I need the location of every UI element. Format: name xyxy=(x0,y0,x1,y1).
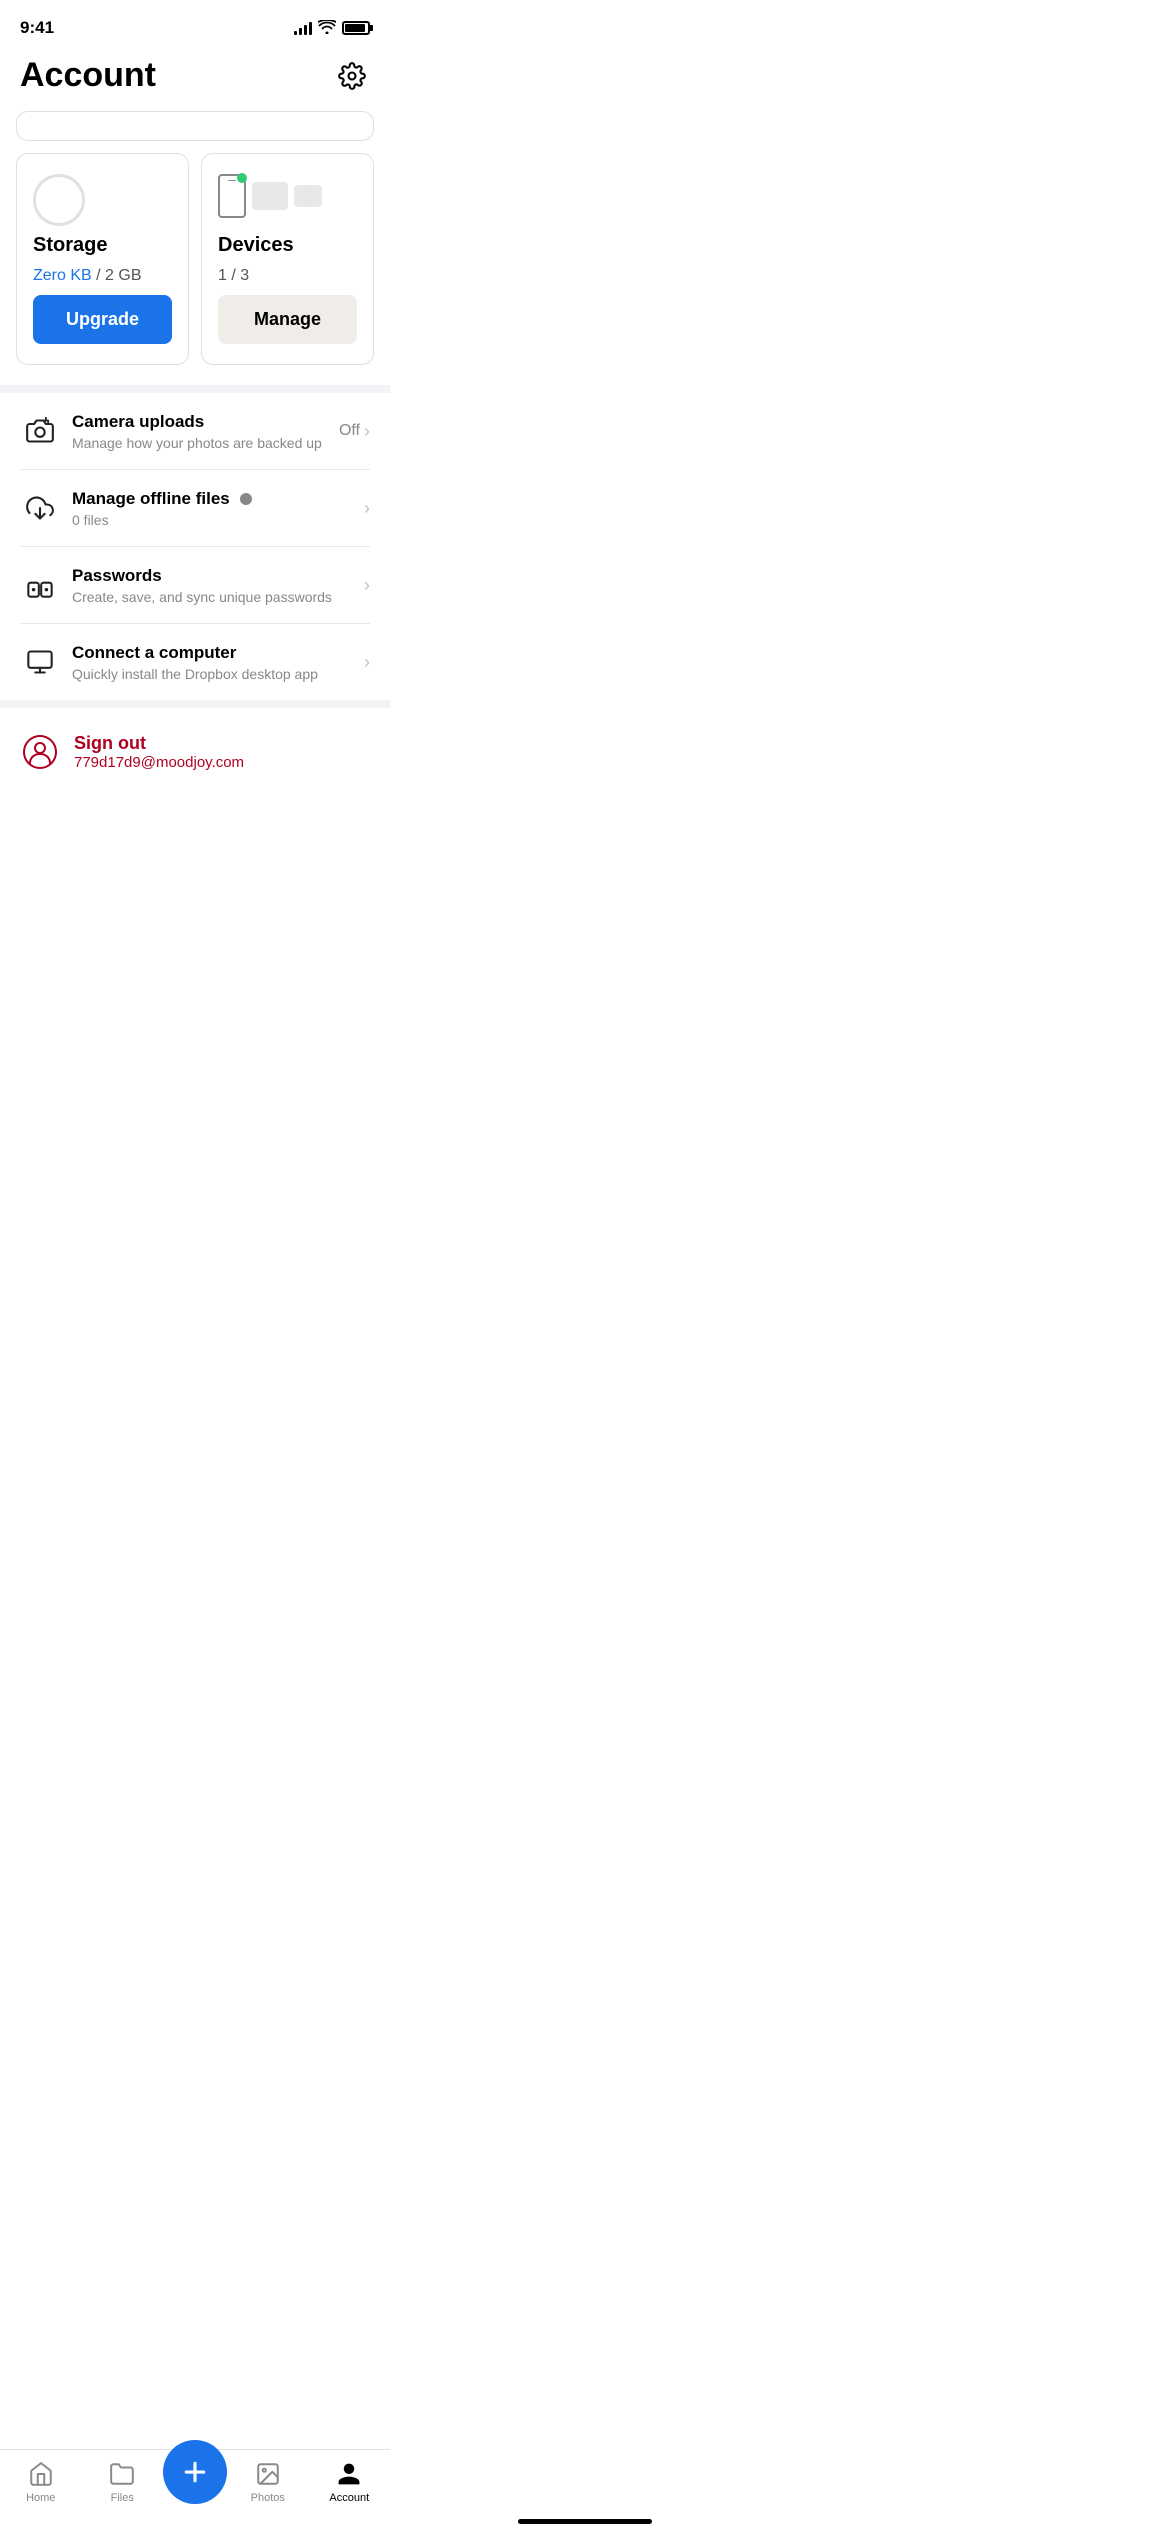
battery-icon xyxy=(342,21,370,35)
passwords-sublabel: Create, save, and sync unique passwords xyxy=(72,589,364,605)
storage-separator: / xyxy=(96,267,100,284)
connect-computer-text: Connect a computer Quickly install the D… xyxy=(72,643,364,682)
menu-section: Camera uploads Manage how your photos ar… xyxy=(0,393,390,700)
section-divider-1 xyxy=(0,385,390,393)
tab-add[interactable] xyxy=(163,2460,227,2504)
signout-email: 779d17d9@moodjoy.com xyxy=(74,754,244,771)
manage-button[interactable]: Manage xyxy=(218,295,357,344)
status-bar: 9:41 xyxy=(0,0,390,48)
chevron-icon: › xyxy=(364,498,370,519)
camera-uploads-icon xyxy=(20,411,60,451)
tab-photos-label: Photos xyxy=(251,2492,285,2504)
header: Account xyxy=(0,48,390,111)
home-indicator xyxy=(518,2519,652,2524)
menu-item-offline-files[interactable]: Manage offline files 0 files › xyxy=(20,470,370,547)
signout-icon xyxy=(20,732,60,772)
settings-button[interactable] xyxy=(334,58,370,94)
tab-account-label: Account xyxy=(329,2492,369,2504)
devices-card: Devices 1 / 3 Manage xyxy=(201,153,374,365)
home-icon xyxy=(27,2460,55,2488)
partial-card xyxy=(16,111,374,141)
connect-computer-label: Connect a computer xyxy=(72,643,364,663)
passwords-icon xyxy=(20,565,60,605)
offline-files-badge xyxy=(240,493,252,505)
status-time: 9:41 xyxy=(20,18,54,38)
signout-section[interactable]: Sign out 779d17d9@moodjoy.com xyxy=(0,708,390,796)
tab-home-label: Home xyxy=(26,2492,55,2504)
wifi-icon xyxy=(318,20,336,37)
cards-row: Storage Zero KB / 2 GB Upgrade xyxy=(0,153,390,385)
camera-uploads-sublabel: Manage how your photos are backed up xyxy=(72,435,339,451)
files-icon xyxy=(108,2460,136,2488)
photos-icon xyxy=(254,2460,282,2488)
connect-computer-right: › xyxy=(364,652,370,673)
menu-item-camera-uploads[interactable]: Camera uploads Manage how your photos ar… xyxy=(20,393,370,470)
connect-computer-sublabel: Quickly install the Dropbox desktop app xyxy=(72,666,364,682)
storage-icon-area xyxy=(33,174,172,224)
tab-files[interactable]: Files xyxy=(82,2460,164,2504)
tab-bar: Home Files Photos xyxy=(0,2449,390,2532)
tab-photos[interactable]: Photos xyxy=(227,2460,309,2504)
storage-used: Zero KB xyxy=(33,267,92,284)
devices-icon-group xyxy=(218,174,322,218)
tab-account[interactable]: Account xyxy=(309,2460,391,2504)
signout-text: Sign out 779d17d9@moodjoy.com xyxy=(74,733,244,771)
storage-card-title: Storage xyxy=(33,234,172,257)
chevron-icon: › xyxy=(364,652,370,673)
camera-uploads-label: Camera uploads xyxy=(72,412,339,432)
storage-usage: Zero KB / 2 GB xyxy=(33,267,172,285)
chevron-icon: › xyxy=(364,421,370,442)
menu-item-passwords[interactable]: Passwords Create, save, and sync unique … xyxy=(20,547,370,624)
offline-files-text: Manage offline files 0 files xyxy=(72,489,364,528)
signal-icon xyxy=(294,21,312,35)
passwords-right: › xyxy=(364,575,370,596)
offline-files-right: › xyxy=(364,498,370,519)
device-desktop-icon xyxy=(294,185,322,207)
status-icons xyxy=(294,20,370,37)
offline-files-sublabel: 0 files xyxy=(72,512,364,528)
device-tablet-icon xyxy=(252,182,288,210)
storage-total: 2 GB xyxy=(105,267,141,284)
add-button[interactable] xyxy=(163,2440,227,2504)
devices-card-title: Devices xyxy=(218,234,357,257)
device-active-dot xyxy=(237,173,247,183)
tab-files-label: Files xyxy=(111,2492,134,2504)
signout-label: Sign out xyxy=(74,733,244,754)
connect-computer-icon xyxy=(20,642,60,682)
devices-count: 1 / 3 xyxy=(218,267,357,285)
section-divider-2 xyxy=(0,700,390,708)
camera-uploads-text: Camera uploads Manage how your photos ar… xyxy=(72,412,339,451)
devices-icon-area xyxy=(218,174,357,224)
account-icon xyxy=(335,2460,363,2488)
page-title: Account xyxy=(20,56,156,95)
chevron-icon: › xyxy=(364,575,370,596)
passwords-text: Passwords Create, save, and sync unique … xyxy=(72,566,364,605)
upgrade-button[interactable]: Upgrade xyxy=(33,295,172,344)
passwords-label: Passwords xyxy=(72,566,364,586)
menu-item-connect-computer[interactable]: Connect a computer Quickly install the D… xyxy=(20,624,370,700)
camera-uploads-right: Off › xyxy=(339,421,370,442)
storage-circle-icon xyxy=(33,174,85,226)
device-phone-icon xyxy=(218,174,246,218)
tab-home[interactable]: Home xyxy=(0,2460,82,2504)
offline-files-label: Manage offline files xyxy=(72,489,364,509)
offline-files-icon xyxy=(20,488,60,528)
camera-uploads-status: Off xyxy=(339,422,360,440)
storage-card: Storage Zero KB / 2 GB Upgrade xyxy=(16,153,189,365)
